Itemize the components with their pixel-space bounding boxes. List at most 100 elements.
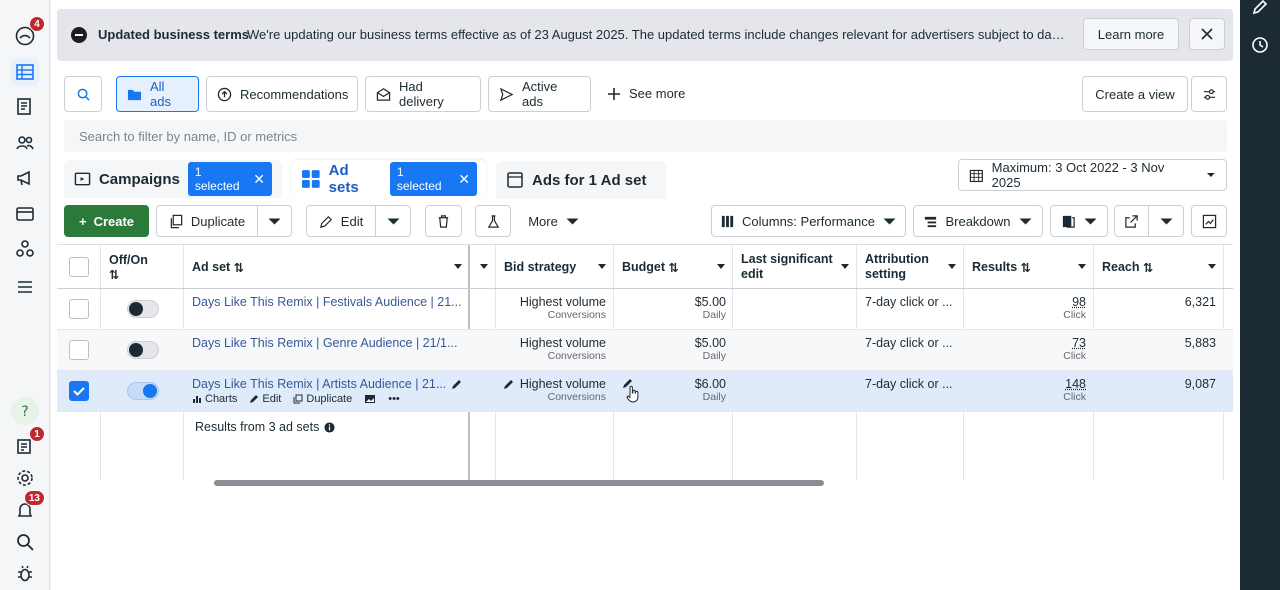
more-button[interactable]: More	[521, 205, 587, 237]
header-adset[interactable]: Ad set ⇅	[184, 245, 470, 289]
chevron-down-icon[interactable]	[1208, 264, 1216, 269]
chevron-down-icon[interactable]	[598, 264, 606, 269]
ad-frame-icon	[507, 172, 523, 188]
create-button[interactable]: + Create	[64, 205, 149, 237]
notifications-center-icon[interactable]: 1	[11, 426, 45, 460]
header-offon[interactable]: Off/On ⇅	[101, 245, 184, 289]
delete-button[interactable]	[425, 205, 462, 237]
menu-icon[interactable]	[11, 273, 39, 301]
tab-campaigns[interactable]: Campaigns 1 selected ✕	[64, 160, 282, 198]
select-all-checkbox[interactable]	[69, 257, 89, 277]
budget-sub: Daily	[702, 309, 726, 321]
results-value[interactable]: 148	[964, 377, 1086, 391]
horizontal-scrollbar[interactable]	[214, 480, 824, 486]
sliders-icon	[1203, 88, 1215, 100]
row-edit-action[interactable]: Edit	[249, 393, 281, 405]
tab-ads[interactable]: Ads for 1 Ad set	[496, 161, 666, 199]
header-reach[interactable]: Reach ⇅	[1094, 245, 1224, 289]
pages-icon[interactable]	[11, 93, 39, 121]
adset-name-link[interactable]: Days Like This Remix | Genre Audience | …	[192, 336, 462, 352]
duplicate-dropdown-button[interactable]	[257, 205, 292, 237]
alerts-bell-icon[interactable]: 13	[11, 490, 45, 524]
table-row[interactable]: Days Like This Remix | Artists Audience …	[57, 371, 1233, 412]
header-last-edit[interactable]: Last significant edit	[733, 245, 857, 289]
chevron-down-icon[interactable]	[480, 264, 488, 269]
results-value[interactable]: 73	[964, 336, 1086, 350]
tab-ad-sets[interactable]: Ad sets 1 selected ✕	[291, 160, 487, 198]
breakdown-button[interactable]: Breakdown	[913, 205, 1043, 237]
ads-manager-table-icon[interactable]	[11, 58, 39, 86]
tab-ad-sets-label: Ad sets	[328, 162, 359, 196]
columns-button[interactable]: Columns: Performance	[711, 205, 906, 237]
header-attribution[interactable]: Attribution setting	[857, 245, 964, 289]
settings-gear-icon[interactable]	[11, 464, 39, 492]
create-view-button[interactable]: Create a view	[1082, 76, 1188, 112]
export-button[interactable]	[1114, 205, 1149, 237]
billing-card-icon[interactable]	[11, 200, 39, 228]
header-budget[interactable]: Budget ⇅	[614, 245, 733, 289]
budget-value: $6.00	[694, 377, 726, 391]
duplicate-button[interactable]: Duplicate	[156, 205, 258, 237]
business-tools-icon[interactable]	[11, 235, 39, 263]
chevron-down-icon[interactable]	[1078, 264, 1086, 269]
header-collapsed[interactable]	[470, 245, 496, 289]
chevron-down-icon[interactable]	[948, 264, 956, 269]
learn-more-button[interactable]: Learn more	[1083, 18, 1179, 50]
ab-test-button[interactable]	[475, 205, 511, 237]
reports-button[interactable]	[1050, 205, 1108, 237]
row-toggle[interactable]	[127, 300, 159, 318]
results-value[interactable]: 98	[964, 295, 1086, 309]
active-ads-filter[interactable]: Active ads	[488, 76, 591, 112]
recommendations-filter[interactable]: Recommendations	[206, 76, 358, 112]
campaigns-chip-label: 1 selected	[194, 165, 240, 193]
see-more-filters[interactable]: See more	[607, 86, 685, 101]
edit-button[interactable]: Edit	[306, 205, 376, 237]
campaigns-selected-chip[interactable]: 1 selected ✕	[187, 162, 272, 196]
history-clock-icon[interactable]	[1250, 35, 1270, 55]
rename-pencil-icon[interactable]	[451, 378, 463, 390]
charts-button[interactable]	[1191, 205, 1227, 237]
header-bid-strategy[interactable]: Bid strategy	[496, 245, 614, 289]
header-results[interactable]: Results ⇅	[964, 245, 1094, 289]
report-bug-icon[interactable]	[11, 560, 39, 588]
date-range-picker[interactable]: Maximum: 3 Oct 2022 - 3 Nov 2025	[958, 159, 1227, 191]
all-ads-filter[interactable]: All ads	[116, 76, 199, 112]
clear-campaigns-selection-icon[interactable]: ✕	[253, 171, 265, 188]
chevron-down-icon[interactable]	[841, 264, 849, 269]
row-toggle[interactable]	[127, 382, 159, 400]
more-label: More	[528, 213, 558, 229]
edit-dropdown-button[interactable]	[375, 205, 411, 237]
help-icon[interactable]: ?	[11, 397, 39, 425]
search-icon[interactable]	[11, 528, 39, 556]
info-icon[interactable]	[324, 421, 335, 433]
row-more-icon[interactable]: •••	[388, 393, 400, 405]
search-toggle-button[interactable]	[64, 76, 102, 112]
table-row[interactable]: Days Like This Remix | Festivals Audienc…	[57, 289, 1233, 330]
row-duplicate-action[interactable]: Duplicate	[293, 393, 352, 405]
campaign-megaphone-icon[interactable]	[11, 164, 39, 192]
checkmark-icon	[73, 387, 85, 396]
row-checkbox[interactable]	[69, 340, 89, 360]
adsets-selected-chip[interactable]: 1 selected ✕	[389, 162, 477, 196]
had-delivery-filter[interactable]: Had delivery	[365, 76, 481, 112]
chevron-down-icon[interactable]	[454, 264, 462, 269]
table-row[interactable]: Days Like This Remix | Genre Audience | …	[57, 330, 1233, 371]
edit-pencil-icon[interactable]	[1250, 0, 1270, 17]
chevron-down-icon	[1207, 173, 1216, 177]
audiences-icon[interactable]	[11, 129, 39, 157]
clear-adsets-selection-icon[interactable]: ✕	[458, 171, 470, 188]
adset-name-link[interactable]: Days Like This Remix | Artists Audience …	[192, 377, 448, 393]
close-banner-button[interactable]	[1189, 18, 1225, 50]
row-toggle[interactable]	[127, 341, 159, 359]
row-charts-action[interactable]: Charts	[192, 393, 237, 405]
account-avatar-icon[interactable]: 4	[11, 16, 45, 50]
view-settings-button[interactable]	[1191, 76, 1227, 112]
adset-name-link[interactable]: Days Like This Remix | Festivals Audienc…	[192, 295, 462, 311]
ad-sets-grid-icon	[301, 170, 320, 188]
row-preview-action[interactable]	[364, 394, 376, 404]
row-checkbox-checked[interactable]	[69, 381, 89, 401]
row-checkbox[interactable]	[69, 299, 89, 319]
chevron-down-icon[interactable]	[717, 264, 725, 269]
export-dropdown-button[interactable]	[1148, 205, 1184, 237]
filter-search-input[interactable]: Search to filter by name, ID or metrics	[64, 120, 1227, 152]
